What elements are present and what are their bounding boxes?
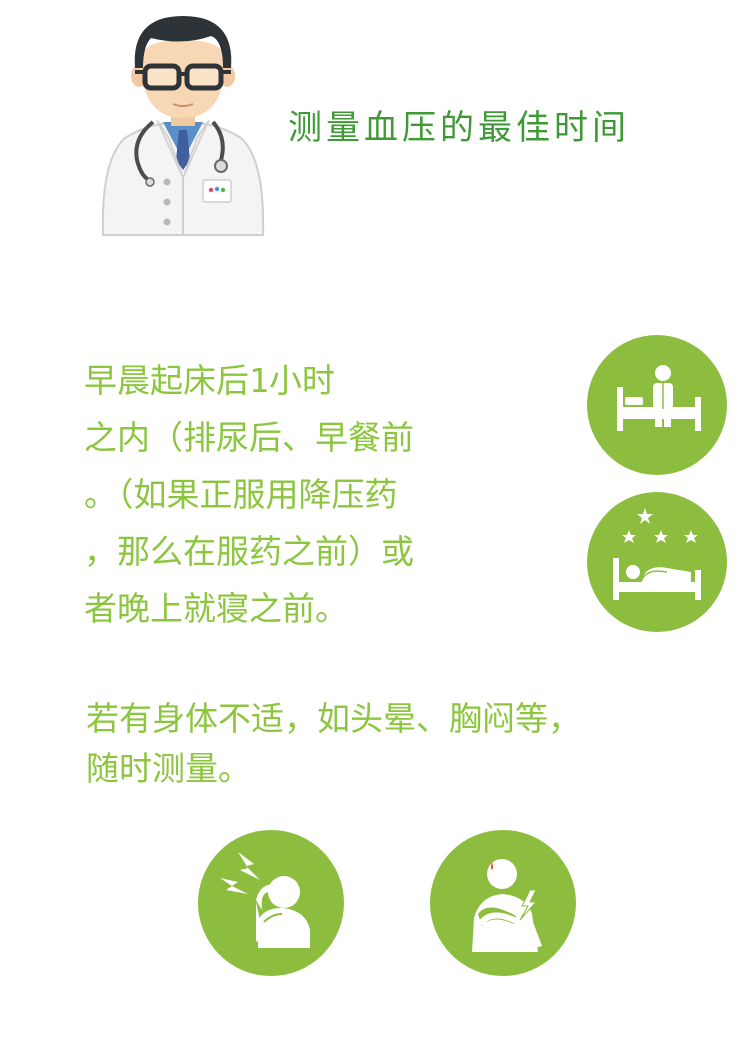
tip-line: 早晨起床后1小时: [84, 361, 335, 400]
chest-pain-icon: [430, 830, 576, 976]
symptom-line: 若有身体不适，如头晕、胸闷等，: [86, 699, 581, 738]
page-title: 测量血压的最佳时间: [288, 108, 630, 148]
tip-line: 者晚上就寝之前。: [84, 589, 348, 628]
sleeping-in-bed-with-stars-icon: [587, 492, 727, 632]
tip-line: 之内（排尿后、早餐前: [84, 418, 414, 457]
measurement-timing-text: 早晨起床后1小时之内（排尿后、早餐前 。（如果正服用降压药 ，那么在服药之前）或 者晚…: [84, 352, 564, 637]
symptom-advice-text: 若有身体不适，如头晕、胸闷等， 随时测量。: [86, 694, 750, 794]
sitting-on-bed-icon: [587, 335, 727, 475]
symptom-line: 随时测量。: [86, 749, 251, 788]
tip-line: 。（如果正服用降压药: [84, 475, 398, 514]
headache-icon: [198, 830, 344, 976]
tip-line: ，那么在服药之前）或: [84, 532, 414, 571]
doctor-illustration: [95, 10, 270, 245]
